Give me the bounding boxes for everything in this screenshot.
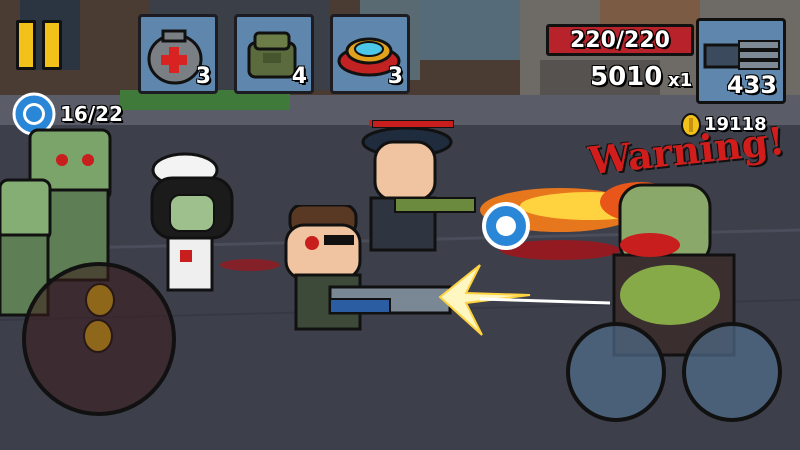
score-text: 5010 xyxy=(590,62,663,92)
fire-button[interactable] xyxy=(682,322,782,422)
ammo-count: 433 xyxy=(726,71,777,99)
player-health-bar: 220/220 xyxy=(546,24,694,56)
pause-icon xyxy=(16,20,36,70)
enemy-health-bar xyxy=(372,120,454,128)
grenade-bag-count: 4 xyxy=(291,64,307,89)
item-slot-landmine[interactable]: 3 xyxy=(330,14,410,94)
weapon-slot[interactable]: 433 xyxy=(696,18,786,104)
medkit-count: 3 xyxy=(195,64,211,89)
chef-zombie xyxy=(150,152,234,292)
movement-joystick[interactable] xyxy=(22,262,176,416)
player-health-text: 220/220 xyxy=(570,28,670,53)
jump-button[interactable] xyxy=(566,322,666,422)
chip-pickup xyxy=(482,202,530,250)
pause-button[interactable] xyxy=(8,10,68,72)
landmine-count: 3 xyxy=(387,64,403,89)
muzzle-flash xyxy=(438,264,610,336)
multiplier-text: x1 xyxy=(668,70,693,91)
game-scene: 3 4 3 220/220 5010 x1 433 19118 16/22 Wa… xyxy=(0,0,800,450)
item-slot-grenade-bag[interactable]: 4 xyxy=(234,14,314,94)
item-slot-medkit[interactable]: 3 xyxy=(138,14,218,94)
